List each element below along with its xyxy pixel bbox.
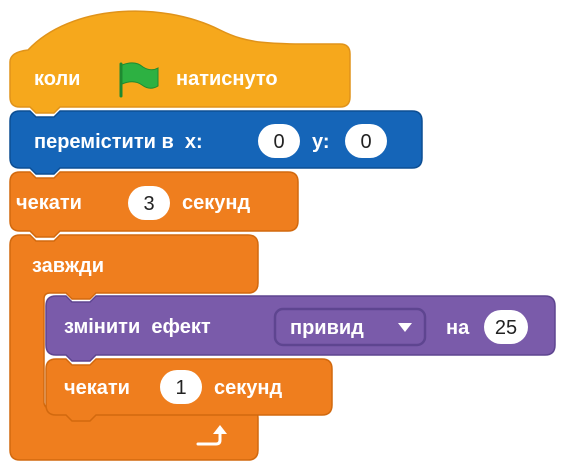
change-effect-block[interactable]: змінити ефект привид на 25 bbox=[45, 295, 556, 362]
seconds-label: секунд bbox=[182, 192, 250, 214]
wait-1-second-block[interactable]: чекати 1 секунд bbox=[45, 358, 333, 422]
wait-inner-label: чекати bbox=[64, 377, 130, 399]
go-to-xy-block[interactable]: перемістити в х: 0 у: 0 bbox=[9, 110, 423, 175]
wait-label: чекати bbox=[16, 192, 82, 214]
when-label: коли bbox=[34, 68, 80, 90]
seconds-inner-label: секунд bbox=[214, 377, 282, 399]
effect-dropdown-value: привид bbox=[290, 317, 364, 339]
y-label: у: bbox=[312, 131, 330, 153]
wait-3-seconds-block[interactable]: чекати 3 секунд bbox=[9, 171, 299, 238]
wait-seconds-value: 3 bbox=[143, 193, 154, 215]
go-to-label: перемістити в х: bbox=[34, 131, 203, 153]
x-value: 0 bbox=[273, 131, 284, 153]
effect-amount-value: 25 bbox=[495, 317, 517, 339]
when-flag-clicked-block[interactable]: коли натиснуто bbox=[9, 10, 351, 114]
by-label: на bbox=[446, 317, 470, 339]
forever-label: завжди bbox=[32, 255, 104, 277]
y-value: 0 bbox=[360, 131, 371, 153]
clicked-label: натиснуто bbox=[176, 68, 278, 90]
effect-dropdown[interactable]: привид bbox=[273, 307, 427, 347]
wait-inner-seconds-value: 1 bbox=[175, 377, 186, 399]
script-canvas: коли натиснуто перемістити в х: 0 у: 0 ч… bbox=[9, 10, 556, 461]
change-effect-label: змінити ефект bbox=[64, 316, 211, 338]
